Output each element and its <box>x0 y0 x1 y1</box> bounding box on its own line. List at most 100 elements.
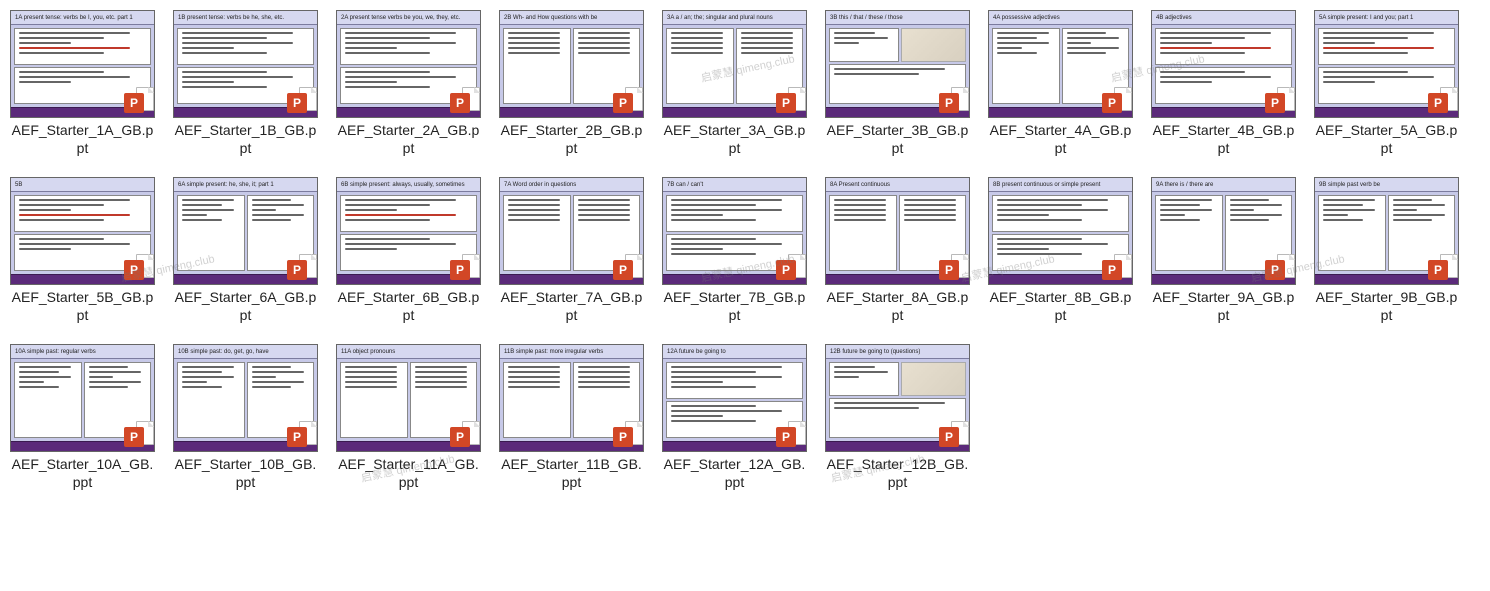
file-name-label: AEF_Starter_1A_GB.ppt <box>10 122 155 157</box>
slide-header: 7A Word order in questions <box>500 178 643 192</box>
slide-header: 6A simple present: he, she, it; part 1 <box>174 178 317 192</box>
slide-header: 5B <box>11 178 154 192</box>
file-name-label: AEF_Starter_3B_GB.ppt <box>825 122 970 157</box>
file-thumbnail[interactable]: 12B future be going to (questions) P <box>825 344 970 452</box>
powerpoint-icon: P <box>450 260 470 280</box>
file-item[interactable]: 6A simple present: he, she, it; part 1 P… <box>173 177 318 324</box>
file-name-label: AEF_Starter_7B_GB.ppt <box>662 289 807 324</box>
file-thumbnail[interactable]: 4B adjectives P <box>1151 10 1296 118</box>
file-thumbnail[interactable]: 6B simple present: always, usually, some… <box>336 177 481 285</box>
file-item[interactable]: 4A possessive adjectives P AEF_Starter_4… <box>988 10 1133 157</box>
file-thumbnail[interactable]: 2A present tense verbs be you, we, they,… <box>336 10 481 118</box>
file-item[interactable]: 1B present tense: verbs be he, she, etc.… <box>173 10 318 157</box>
file-thumbnail[interactable]: 1A present tense: verbs be I, you, etc. … <box>10 10 155 118</box>
file-thumbnail[interactable]: 9A there is / there are P <box>1151 177 1296 285</box>
file-thumbnail[interactable]: 12A future be going to P <box>662 344 807 452</box>
file-item[interactable]: 5B P AEF_Starter_5B_GB.ppt <box>10 177 155 324</box>
file-thumbnail[interactable]: 5A simple present: I and you; part 1 P <box>1314 10 1459 118</box>
file-name-label: AEF_Starter_3A_GB.ppt <box>662 122 807 157</box>
file-thumbnail[interactable]: 8A Present continuous P <box>825 177 970 285</box>
file-item[interactable]: 11A object pronouns P AEF_Starter_11A_GB… <box>336 344 481 491</box>
slide-header: 12B future be going to (questions) <box>826 345 969 359</box>
slide-header: 9B simple past verb be <box>1315 178 1458 192</box>
file-name-label: AEF_Starter_2A_GB.ppt <box>336 122 481 157</box>
file-item[interactable]: 2A present tense verbs be you, we, they,… <box>336 10 481 157</box>
slide-header: 5A simple present: I and you; part 1 <box>1315 11 1458 25</box>
filetype-badge: P <box>776 421 806 451</box>
filetype-badge: P <box>1102 254 1132 284</box>
file-item[interactable]: 1A present tense: verbs be I, you, etc. … <box>10 10 155 157</box>
powerpoint-icon: P <box>939 427 959 447</box>
file-thumbnail[interactable]: 6A simple present: he, she, it; part 1 P <box>173 177 318 285</box>
slide-header: 9A there is / there are <box>1152 178 1295 192</box>
slide-header: 4A possessive adjectives <box>989 11 1132 25</box>
file-item[interactable]: 10A simple past: regular verbs P AEF_Sta… <box>10 344 155 491</box>
file-thumbnail[interactable]: 5B P <box>10 177 155 285</box>
file-item[interactable]: 3B this / that / these / those P AEF_Sta… <box>825 10 970 157</box>
slide-header: 11A object pronouns <box>337 345 480 359</box>
powerpoint-icon: P <box>1102 93 1122 113</box>
slide-header: 3A a / an; the; singular and plural noun… <box>663 11 806 25</box>
slide-header: 2A present tense verbs be you, we, they,… <box>337 11 480 25</box>
file-name-label: AEF_Starter_7A_GB.ppt <box>499 289 644 324</box>
file-item[interactable]: 3A a / an; the; singular and plural noun… <box>662 10 807 157</box>
filetype-badge: P <box>613 87 643 117</box>
powerpoint-icon: P <box>1265 260 1285 280</box>
powerpoint-icon: P <box>450 427 470 447</box>
file-item[interactable]: 2B Wh- and How questions with be P AEF_S… <box>499 10 644 157</box>
powerpoint-icon: P <box>124 260 144 280</box>
file-name-label: AEF_Starter_12B_GB.ppt <box>825 456 970 491</box>
filetype-badge: P <box>1428 87 1458 117</box>
slide-header: 1A present tense: verbs be I, you, etc. … <box>11 11 154 25</box>
file-name-label: AEF_Starter_5B_GB.ppt <box>10 289 155 324</box>
powerpoint-icon: P <box>287 260 307 280</box>
powerpoint-icon: P <box>1265 93 1285 113</box>
file-thumbnail[interactable]: 4A possessive adjectives P <box>988 10 1133 118</box>
file-item[interactable]: 12A future be going to P AEF_Starter_12A… <box>662 344 807 491</box>
powerpoint-icon: P <box>776 260 796 280</box>
file-thumbnail[interactable]: 11B simple past: more irregular verbs P <box>499 344 644 452</box>
file-item[interactable]: 9B simple past verb be P AEF_Starter_9B_… <box>1314 177 1459 324</box>
filetype-badge: P <box>939 421 969 451</box>
file-thumbnail[interactable]: 10B simple past: do, get, go, have P <box>173 344 318 452</box>
filetype-badge: P <box>1265 254 1295 284</box>
file-thumbnail[interactable]: 10A simple past: regular verbs P <box>10 344 155 452</box>
filetype-badge: P <box>124 254 154 284</box>
file-name-label: AEF_Starter_4B_GB.ppt <box>1151 122 1296 157</box>
filetype-badge: P <box>1428 254 1458 284</box>
file-name-label: AEF_Starter_5A_GB.ppt <box>1314 122 1459 157</box>
powerpoint-icon: P <box>613 93 633 113</box>
file-thumbnail[interactable]: 1B present tense: verbs be he, she, etc.… <box>173 10 318 118</box>
file-thumbnail[interactable]: 2B Wh- and How questions with be P <box>499 10 644 118</box>
powerpoint-icon: P <box>287 93 307 113</box>
file-item[interactable]: 8B present continuous or simple present … <box>988 177 1133 324</box>
file-thumbnail[interactable]: 7A Word order in questions P <box>499 177 644 285</box>
file-item[interactable]: 10B simple past: do, get, go, have P AEF… <box>173 344 318 491</box>
file-thumbnail[interactable]: 9B simple past verb be P <box>1314 177 1459 285</box>
file-item[interactable]: 4B adjectives P AEF_Starter_4B_GB.ppt <box>1151 10 1296 157</box>
slide-header: 8A Present continuous <box>826 178 969 192</box>
filetype-badge: P <box>776 254 806 284</box>
file-thumbnail[interactable]: 8B present continuous or simple present … <box>988 177 1133 285</box>
file-item[interactable]: 6B simple present: always, usually, some… <box>336 177 481 324</box>
file-item[interactable]: 5A simple present: I and you; part 1 P A… <box>1314 10 1459 157</box>
file-item[interactable]: 8A Present continuous P AEF_Starter_8A_G… <box>825 177 970 324</box>
file-name-label: AEF_Starter_4A_GB.ppt <box>988 122 1133 157</box>
file-item[interactable]: 9A there is / there are P AEF_Starter_9A… <box>1151 177 1296 324</box>
filetype-badge: P <box>1102 87 1132 117</box>
filetype-badge: P <box>450 87 480 117</box>
file-item[interactable]: 11B simple past: more irregular verbs P … <box>499 344 644 491</box>
file-thumbnail[interactable]: 11A object pronouns P <box>336 344 481 452</box>
file-name-label: AEF_Starter_8B_GB.ppt <box>988 289 1133 324</box>
slide-header: 10B simple past: do, get, go, have <box>174 345 317 359</box>
file-item[interactable]: 12B future be going to (questions) P AEF… <box>825 344 970 491</box>
file-thumbnail[interactable]: 3A a / an; the; singular and plural noun… <box>662 10 807 118</box>
powerpoint-icon: P <box>124 427 144 447</box>
file-item[interactable]: 7A Word order in questions P AEF_Starter… <box>499 177 644 324</box>
filetype-badge: P <box>287 421 317 451</box>
slide-header: 7B can / can't <box>663 178 806 192</box>
file-thumbnail[interactable]: 7B can / can't P <box>662 177 807 285</box>
file-item[interactable]: 7B can / can't P AEF_Starter_7B_GB.ppt <box>662 177 807 324</box>
file-thumbnail[interactable]: 3B this / that / these / those P <box>825 10 970 118</box>
powerpoint-icon: P <box>776 93 796 113</box>
